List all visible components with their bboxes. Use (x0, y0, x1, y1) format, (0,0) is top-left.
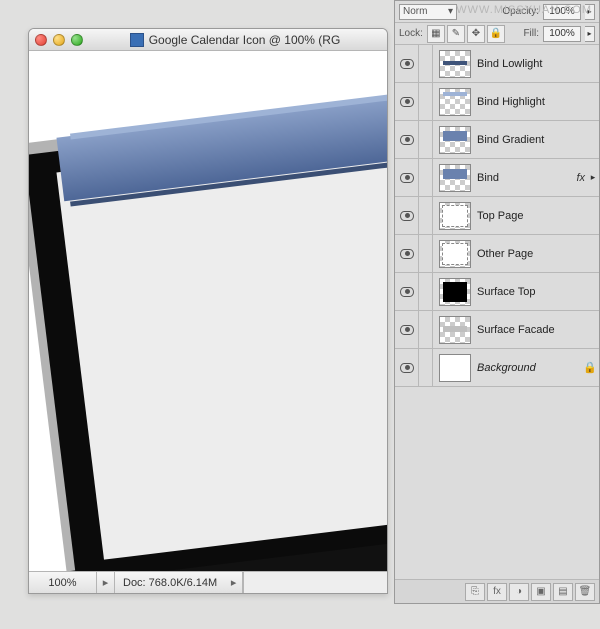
fill-field[interactable]: 100% (543, 26, 581, 42)
blend-mode-select[interactable]: Norm ▾ (399, 4, 457, 20)
layers-panel: Norm ▾ Opacity: 100% ▸ Lock: ▦ ✎ ✥ 🔒 Fil… (394, 0, 600, 604)
layer-thumbnail[interactable] (439, 88, 471, 116)
eye-icon (400, 287, 414, 297)
layer-row[interactable]: Surface Facade (395, 311, 599, 349)
minimize-button[interactable] (53, 34, 65, 46)
eye-icon (400, 135, 414, 145)
eye-icon (400, 59, 414, 69)
eye-icon (400, 173, 414, 183)
link-col (419, 83, 433, 120)
visibility-toggle[interactable] (395, 121, 419, 158)
lock-label: Lock: (399, 28, 423, 39)
lock-pixels-button[interactable]: ✎ (447, 25, 465, 43)
layer-thumbnail[interactable] (439, 240, 471, 268)
layer-thumbnail[interactable] (439, 126, 471, 154)
layer-row[interactable]: Other Page (395, 235, 599, 273)
layer-thumbnail[interactable] (439, 202, 471, 230)
link-layers-button[interactable]: ⎘ (465, 583, 485, 601)
layer-thumbnail[interactable] (439, 316, 471, 344)
layer-row[interactable]: Background🔒 (395, 349, 599, 387)
link-col (419, 197, 433, 234)
chevron-down-icon: ▾ (448, 6, 453, 17)
layer-name-label[interactable]: Bind Lowlight (477, 58, 599, 70)
link-col (419, 273, 433, 310)
fill-label: Fill: (523, 28, 539, 39)
link-col (419, 349, 433, 386)
lock-fill-row: Lock: ▦ ✎ ✥ 🔒 Fill: 100% ▸ (395, 23, 599, 45)
fill-stepper[interactable]: ▸ (585, 26, 595, 42)
layer-name-label[interactable]: Other Page (477, 248, 599, 260)
doc-info-menu-icon[interactable]: ▸ (225, 572, 243, 593)
status-bar: 100% ▸ Doc: 768.0K/6.14M ▸ (29, 571, 387, 593)
zoom-field[interactable]: 100% (29, 572, 97, 593)
layer-thumbnail[interactable] (439, 164, 471, 192)
layer-row[interactable]: Surface Top (395, 273, 599, 311)
link-col (419, 311, 433, 348)
link-col (419, 121, 433, 158)
new-group-button[interactable]: ▣ (531, 583, 551, 601)
layer-list: Bind Lowlight Bind Highlight Bind Gradient… (395, 45, 599, 579)
artwork-scene (29, 51, 387, 571)
new-layer-button[interactable]: ▤ (553, 583, 573, 601)
layer-name-label[interactable]: Background (477, 362, 581, 374)
close-button[interactable] (35, 34, 47, 46)
app-icon (130, 33, 144, 47)
visibility-toggle[interactable] (395, 159, 419, 196)
doc-info: Doc: 768.0K/6.14M (115, 577, 225, 589)
visibility-toggle[interactable] (395, 349, 419, 386)
layer-thumbnail[interactable] (439, 50, 471, 78)
visibility-toggle[interactable] (395, 235, 419, 272)
eye-icon (400, 211, 414, 221)
eye-icon (400, 363, 414, 373)
visibility-toggle[interactable] (395, 197, 419, 234)
lock-icon: 🔒 (581, 361, 599, 374)
lock-position-button[interactable]: ✥ (467, 25, 485, 43)
delete-layer-button[interactable]: 🗑 (575, 583, 595, 601)
layer-row[interactable]: Bind Lowlight (395, 45, 599, 83)
eye-icon (400, 249, 414, 259)
layer-name-label[interactable]: Bind (477, 172, 565, 184)
eye-icon (400, 97, 414, 107)
visibility-toggle[interactable] (395, 311, 419, 348)
status-expand-icon[interactable]: ▸ (97, 572, 115, 593)
layer-mask-button[interactable]: ◑ (509, 583, 529, 601)
opacity-stepper[interactable]: ▸ (585, 4, 595, 20)
link-col (419, 45, 433, 82)
visibility-toggle[interactable] (395, 83, 419, 120)
opacity-field[interactable]: 100% (543, 4, 581, 20)
fx-expand-icon[interactable]: ▸ (587, 172, 599, 183)
layer-row[interactable]: Bind Highlight (395, 83, 599, 121)
layer-style-button[interactable]: fx (487, 583, 507, 601)
layer-thumbnail[interactable] (439, 278, 471, 306)
layer-name-label[interactable]: Top Page (477, 210, 599, 222)
titlebar: Google Calendar Icon @ 100% (RG (29, 29, 387, 51)
opacity-label: Opacity: (502, 6, 539, 17)
lock-transparent-button[interactable]: ▦ (427, 25, 445, 43)
blend-mode-value: Norm (403, 6, 427, 17)
canvas[interactable] (29, 51, 387, 571)
lock-all-button[interactable]: 🔒 (487, 25, 505, 43)
horizontal-scrollbar[interactable] (243, 572, 387, 593)
layer-name-label[interactable]: Bind Gradient (477, 134, 599, 146)
layer-row[interactable]: Bind Gradient (395, 121, 599, 159)
eye-icon (400, 325, 414, 335)
fx-indicator[interactable]: fx (565, 172, 587, 184)
visibility-toggle[interactable] (395, 45, 419, 82)
layer-name-label[interactable]: Surface Facade (477, 324, 599, 336)
layer-row[interactable]: Bindfx▸ (395, 159, 599, 197)
zoom-button[interactable] (71, 34, 83, 46)
blend-opacity-row: Norm ▾ Opacity: 100% ▸ (395, 1, 599, 23)
document-window: Google Calendar Icon @ 100% (RG 100% ▸ D… (28, 28, 388, 594)
visibility-toggle[interactable] (395, 273, 419, 310)
layer-thumbnail[interactable] (439, 354, 471, 382)
layer-name-label[interactable]: Surface Top (477, 286, 599, 298)
layer-name-label[interactable]: Bind Highlight (477, 96, 599, 108)
link-col (419, 159, 433, 196)
window-title: Google Calendar Icon @ 100% (RG (149, 33, 341, 47)
layer-row[interactable]: Top Page (395, 197, 599, 235)
panel-bottom-toolbar: ⎘ fx ◑ ▣ ▤ 🗑 (395, 579, 599, 603)
link-col (419, 235, 433, 272)
